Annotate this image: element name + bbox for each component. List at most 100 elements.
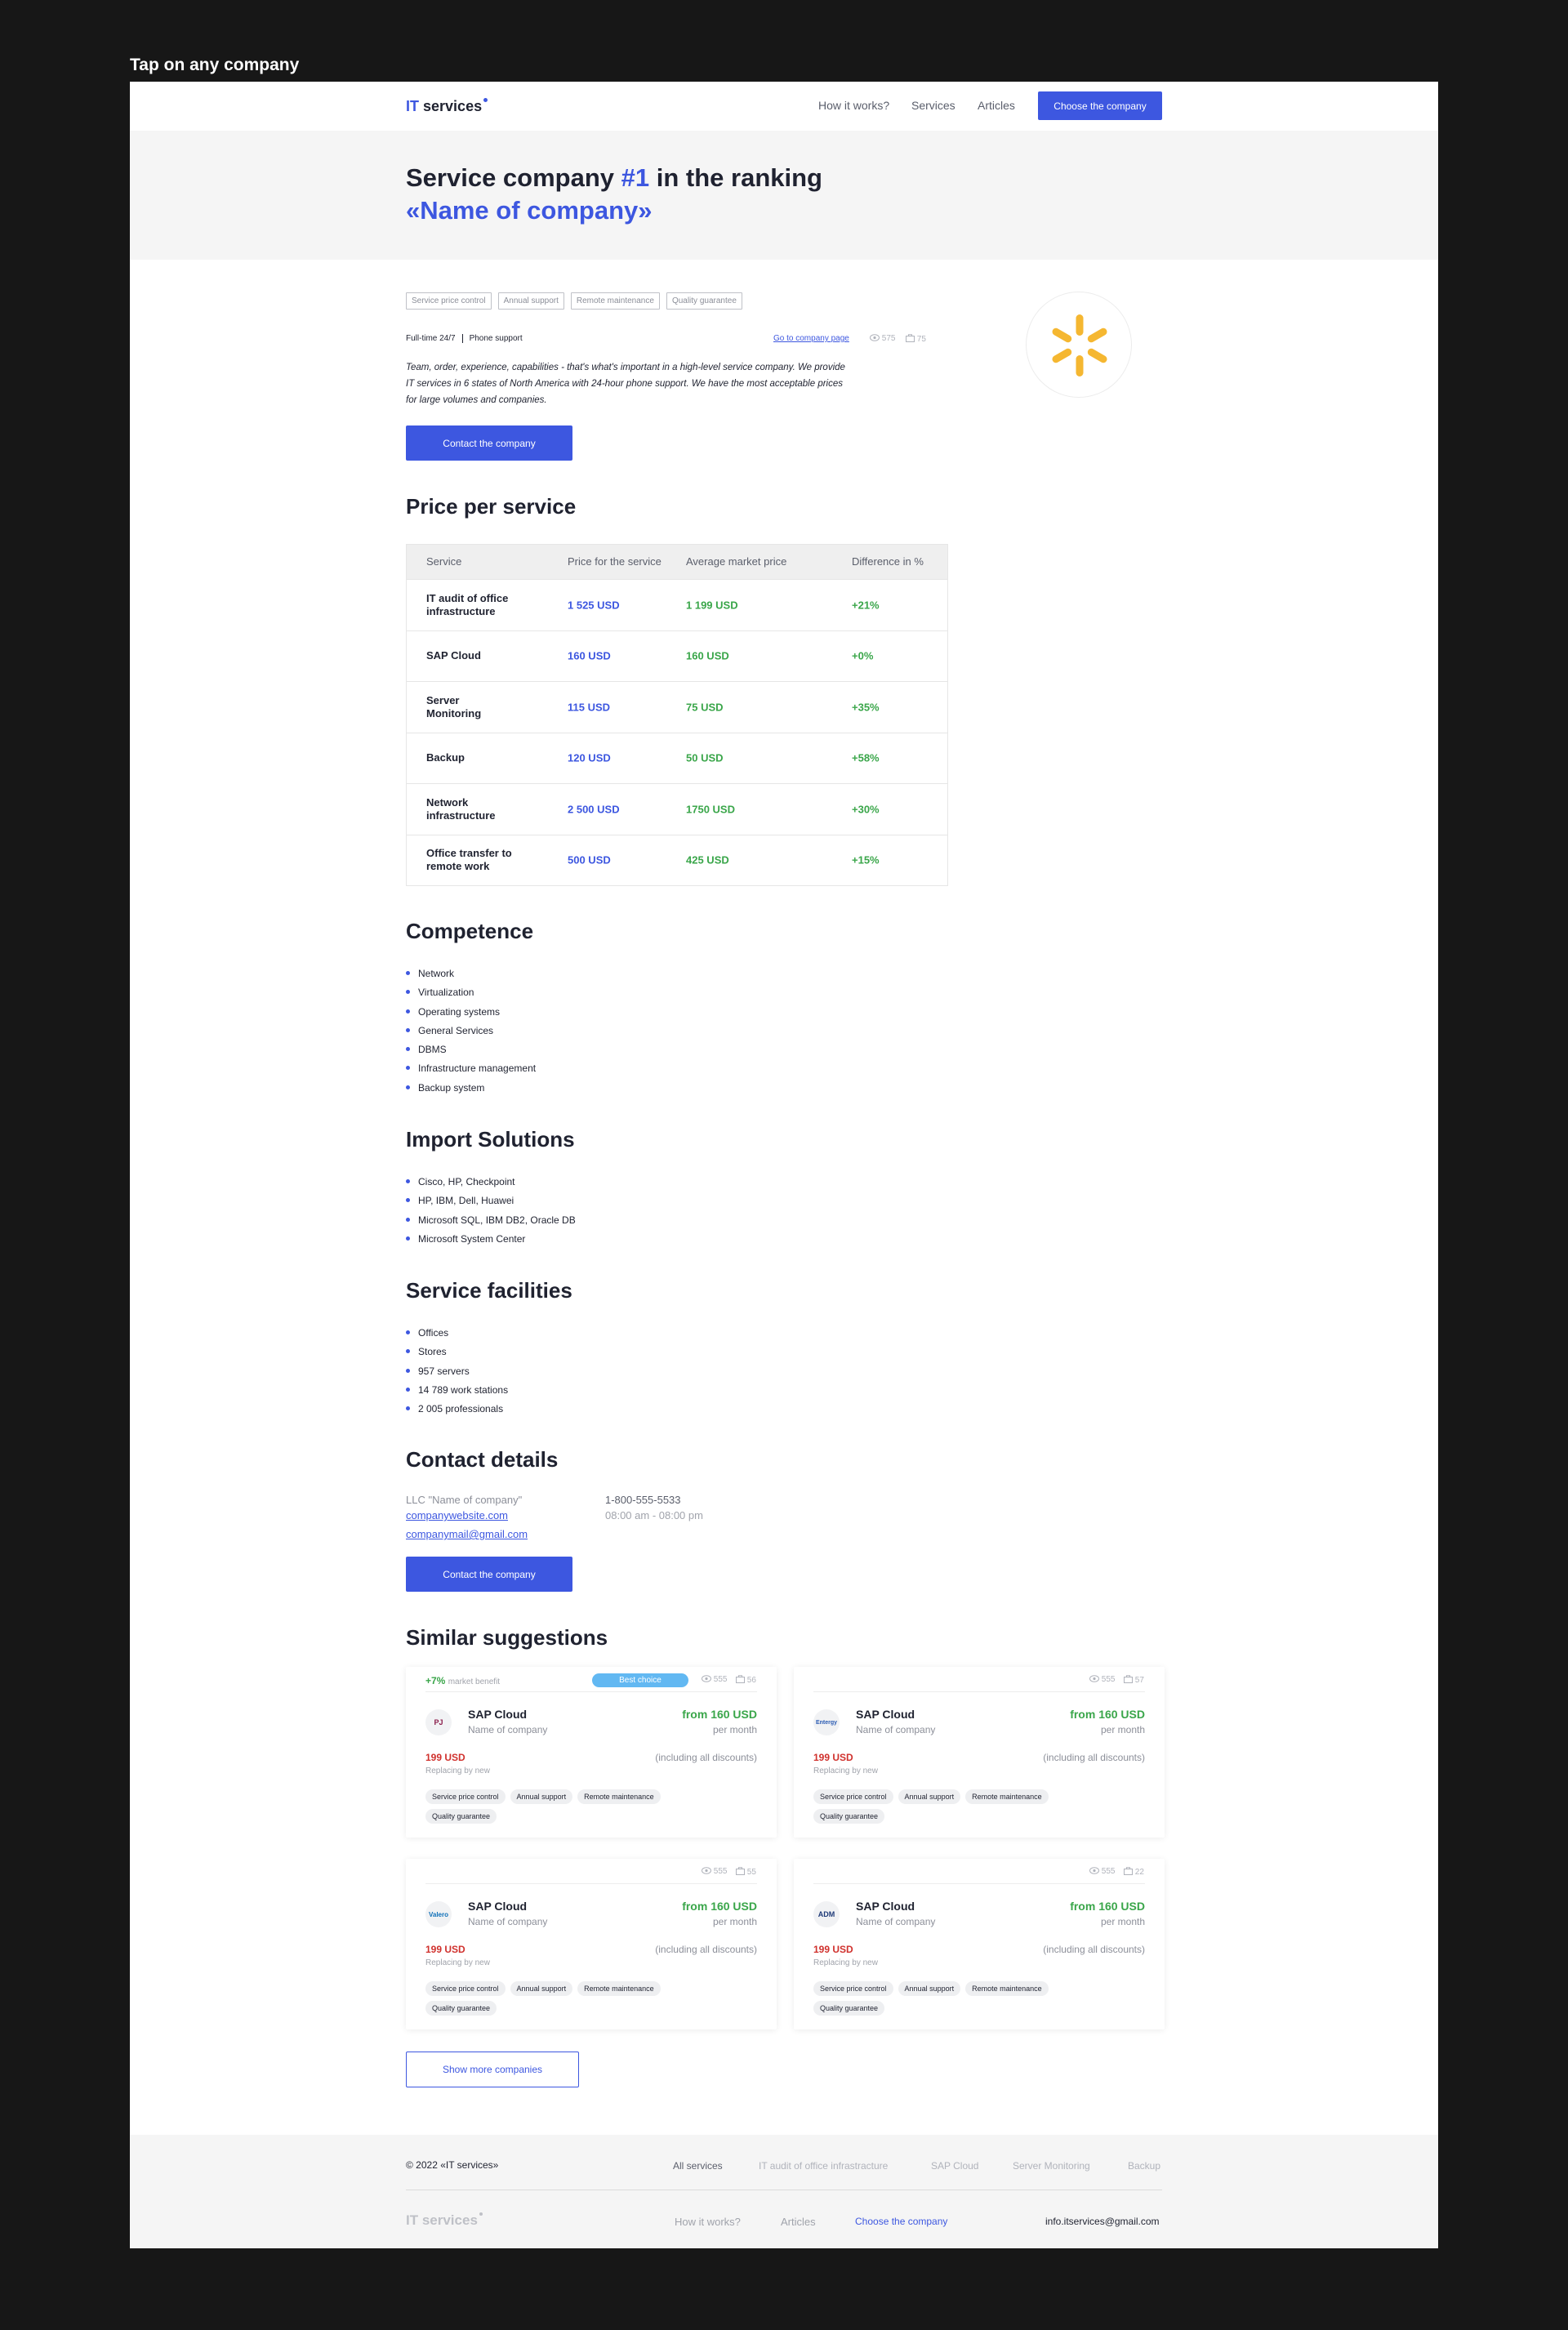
nav-articles[interactable]: Articles [978,99,1015,112]
title-prefix: Service company [406,163,621,192]
cell-average: 425 USD [686,853,729,867]
card-divider [425,1691,757,1692]
card-tag: Remote maintenance [965,1981,1049,1996]
footer-link-sap-cloud[interactable]: SAP Cloud [931,2160,978,2172]
card-tags: Service price control Annual support Rem… [813,1789,1091,1824]
suggestion-card[interactable]: 555 22 ADM SAP Cloud Name of company fro… [794,1859,1165,2029]
feature-line: Full-time 24/7 Phone support [406,334,523,343]
contact-company-button-bottom[interactable]: Contact the company [406,1557,572,1592]
card-title: SAP Cloud [468,1708,528,1721]
card-tags: Service price control Annual support Rem… [813,1981,1091,2016]
contact-hours: 08:00 am - 08:00 pm [605,1509,703,1521]
footer-link-it-audit[interactable]: IT audit of office infrastracture [759,2160,888,2172]
contact-company: LLC "Name of company" [406,1494,523,1506]
footer-logo[interactable]: IT services [406,2212,483,2229]
briefcase-icon [1124,1867,1133,1875]
cell-difference: +15% [852,853,880,867]
show-more-companies-button[interactable]: Show more companies [406,2052,579,2087]
col-difference: Difference in % [852,555,924,568]
card-discount-note: (including all discounts) [655,1752,757,1763]
page-frame: IT services How it works? Services Artic… [130,82,1438,2248]
footer-logo-text: IT services [406,2212,478,2228]
suggestion-card[interactable]: 555 57 Entergy SAP Cloud Name of company… [794,1667,1165,1838]
nav-how-it-works[interactable]: How it works? [818,99,889,112]
cell-price: 120 USD [568,751,611,764]
footer-nav-choose-company[interactable]: Choose the company [855,2216,947,2227]
orders-count: 75 [916,335,926,344]
card-tag: Service price control [425,1789,506,1804]
briefcase-icon [736,1867,745,1875]
card-old-price: 199 USD [425,1752,466,1763]
footer-copyright: © 2022 «IT services» [406,2159,499,2171]
eye-icon [702,1675,711,1682]
market-benefit: +7% market benefit [425,1675,500,1686]
card-tag: Quality guarantee [425,2001,497,2016]
card-price: from 160 USD [1070,1900,1145,1913]
title-suffix: in the ranking [649,163,822,192]
site-logo[interactable]: IT services [406,98,488,115]
views-count: 555 [713,1867,728,1876]
card-divider [813,1691,1145,1692]
footer-link-all-services[interactable]: All services [673,2160,723,2172]
table-row: Server Monitoring 115 USD 75 USD +35% [407,681,947,733]
footer-nav-articles[interactable]: Articles [781,2216,816,2228]
tag-annual-support: Annual support [497,292,564,310]
card-price: from 160 USD [1070,1708,1145,1721]
list-item: Stores [406,1345,508,1364]
card-title: SAP Cloud [856,1708,915,1721]
footer-link-server-monitoring[interactable]: Server Monitoring [1013,2160,1090,2172]
choose-company-button[interactable]: Choose the company [1038,91,1162,120]
go-to-company-page-link[interactable]: Go to company page [773,334,849,343]
footer-email[interactable]: info.itservices@gmail.com [1045,2216,1160,2227]
card-price: from 160 USD [682,1900,757,1913]
card-tags: Service price control Annual support Rem… [425,1981,703,2016]
list-item: Microsoft SQL, IBM DB2, Oracle DB [406,1214,576,1232]
card-orders: 56 [736,1675,756,1685]
card-tag: Quality guarantee [425,1809,497,1824]
facilities-list: Offices Stores 957 servers 14 789 work s… [406,1326,508,1421]
suggestion-card[interactable]: 555 55 Valero SAP Cloud Name of company … [406,1859,777,2029]
nav-services[interactable]: Services [911,99,956,112]
card-old-price: 199 USD [813,1752,853,1763]
card-tag: Service price control [813,1981,893,1996]
briefcase-icon [1124,1675,1133,1683]
card-divider [425,1883,757,1884]
feature-separator [461,334,463,343]
cell-average: 50 USD [686,751,724,764]
logo-dot-icon [483,98,488,102]
cell-service: Server Monitoring [426,693,482,719]
suggestion-card[interactable]: +7% market benefit Best choice 555 56 PJ… [406,1667,777,1838]
card-orders: 57 [1124,1675,1144,1685]
contact-website-link[interactable]: companywebsite.com [406,1508,528,1523]
footer-nav-how-it-works[interactable]: How it works? [675,2216,741,2228]
list-item: Virtualization [406,986,536,1005]
orders-count: 56 [746,1676,756,1685]
list-item: HP, IBM, Dell, Huawei [406,1194,576,1213]
contact-company-button[interactable]: Contact the company [406,425,572,461]
footer-link-backup[interactable]: Backup [1128,2160,1160,2172]
cell-service: IT audit of office infrastructure [426,591,509,617]
cell-difference: +0% [852,649,874,662]
list-item: Cisco, HP, Checkpoint [406,1175,576,1194]
card-tag: Annual support [898,1981,961,1996]
card-company-logo: Valero [425,1901,452,1927]
card-orders: 22 [1124,1867,1144,1877]
import-list: Cisco, HP, Checkpoint HP, IBM, Dell, Hua… [406,1175,576,1251]
orders-stat: 75 [906,334,926,344]
card-tag: Remote maintenance [965,1789,1049,1804]
views-count: 575 [881,334,896,343]
cell-difference: +21% [852,599,880,612]
title-company-name: «Name of company» [406,196,653,225]
card-company: Name of company [856,1724,936,1735]
card-company-logo: PJ [425,1709,452,1735]
contact-email-link[interactable]: companymail@gmail.com [406,1526,528,1542]
cell-service: Network infrastructure [426,795,496,822]
card-tag: Service price control [425,1981,506,1996]
card-views: 555 [1089,1675,1115,1684]
benefit-value: +7% [425,1675,446,1686]
card-old-price: 199 USD [425,1944,466,1955]
similar-title: Similar suggestions [406,1625,608,1650]
card-per-month: per month [1100,1916,1145,1927]
list-item: DBMS [406,1043,536,1062]
cell-difference: +30% [852,803,880,816]
